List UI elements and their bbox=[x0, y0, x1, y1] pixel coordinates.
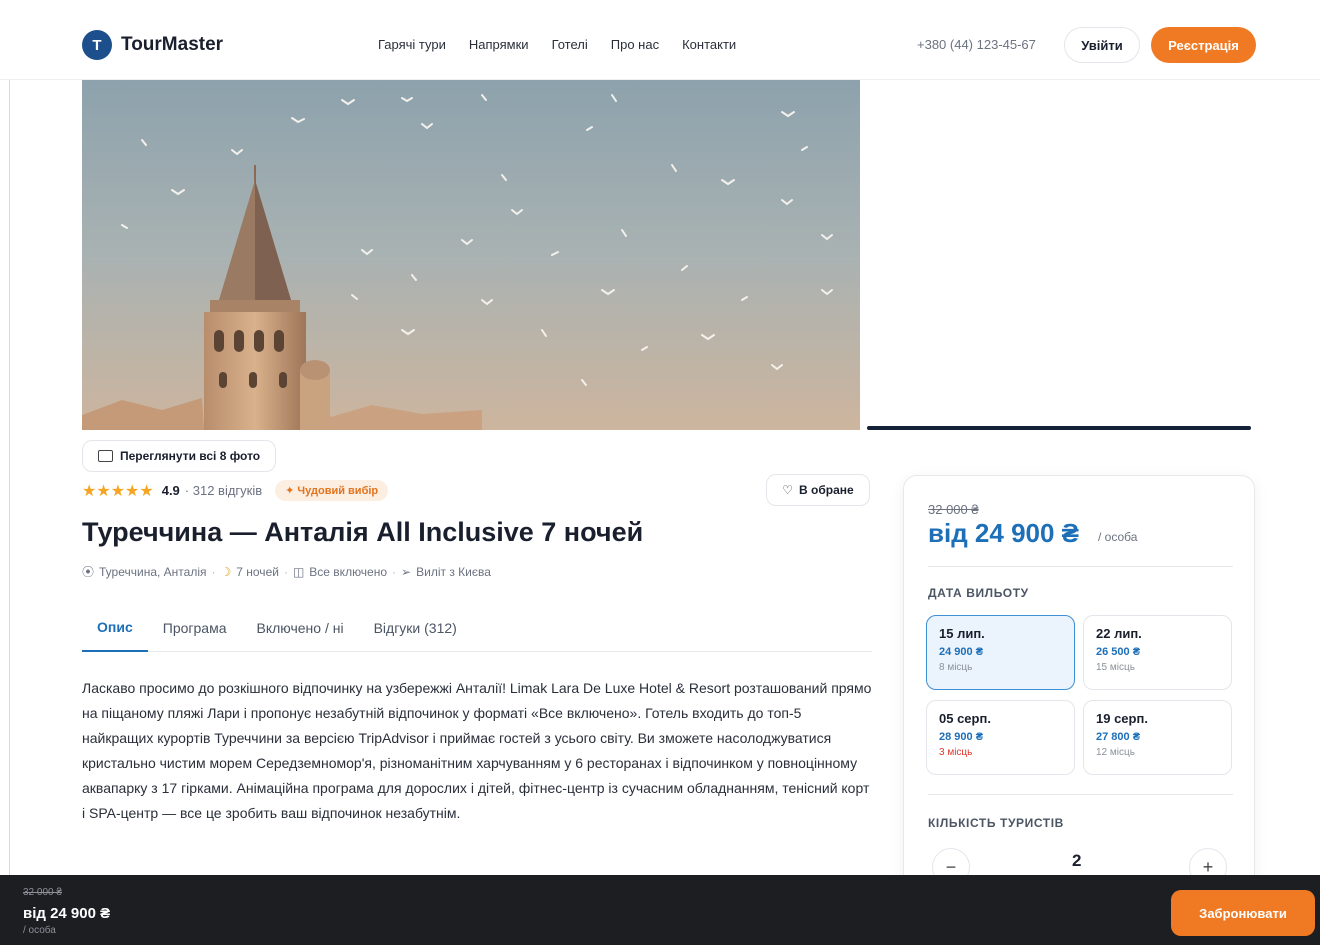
page-edge bbox=[9, 0, 10, 945]
date-option-seats: 15 місць bbox=[1096, 662, 1135, 673]
logo-icon: T bbox=[82, 30, 112, 60]
tab-included[interactable]: Включено / ні bbox=[241, 604, 358, 652]
date-option-seats: 8 місць bbox=[939, 662, 973, 673]
gallery-secondary-strip bbox=[867, 426, 1251, 430]
bar-per-person: / особа bbox=[23, 925, 56, 936]
divider bbox=[928, 566, 1233, 567]
phone-number[interactable]: +380 (44) 123-45-67 bbox=[917, 37, 1036, 52]
nav-contacts[interactable]: Контакти bbox=[682, 37, 736, 52]
main-nav: Гарячі тури Напрямки Готелі Про нас Конт… bbox=[378, 37, 736, 52]
hero-photo[interactable] bbox=[82, 80, 860, 430]
sticky-booking-bar: 32 000 ₴ від 24 900 ₴ / особа bbox=[0, 875, 1320, 945]
heart-icon: ♡ bbox=[782, 483, 794, 497]
date-option-date: 22 лип. bbox=[1096, 626, 1142, 641]
view-all-photos-button[interactable]: Переглянути всі 8 фото bbox=[82, 440, 277, 472]
logo[interactable]: T TourMaster bbox=[82, 30, 223, 60]
date-option-date: 15 лип. bbox=[939, 626, 985, 641]
date-option-seats: 3 місць bbox=[939, 747, 973, 758]
date-option-price: 27 800 ₴ bbox=[1096, 731, 1141, 743]
tourists-count-value: 2 bbox=[1072, 851, 1082, 870]
star-rating-icon: ★★★★★ bbox=[82, 482, 154, 500]
date-option-seats: 12 місць bbox=[1096, 747, 1135, 758]
booking-card: 32 000 ₴ від 24 900 ₴ / особа ДАТА ВИЛЬО… bbox=[903, 475, 1255, 915]
date-option-price: 24 900 ₴ bbox=[939, 646, 984, 658]
departure-date-label: ДАТА ВИЛЬОТУ bbox=[928, 586, 1029, 600]
login-button[interactable]: Увійти bbox=[1064, 27, 1140, 63]
tab-reviews[interactable]: Відгуки (312) bbox=[359, 604, 472, 652]
meta-separator: · bbox=[211, 564, 216, 579]
meta-departure: Виліт з Києва bbox=[416, 564, 491, 579]
nav-hotels[interactable]: Готелі bbox=[552, 37, 588, 52]
great-choice-badge: ✦ Чудовий вибір bbox=[275, 480, 389, 501]
nav-about[interactable]: Про нас bbox=[611, 37, 659, 52]
tour-meta: ⦿ Туреччина, Анталія · ☽ 7 ночей · ◫ Все… bbox=[82, 563, 491, 580]
date-option[interactable]: 22 лип. 26 500 ₴ 15 місць bbox=[1083, 615, 1232, 690]
reviews-count[interactable]: · 312 відгуків bbox=[185, 483, 262, 498]
meal-icon: ◫ bbox=[292, 564, 305, 579]
favorites-label: В обране bbox=[799, 483, 854, 497]
location-pin-icon: ⦿ bbox=[82, 565, 95, 579]
site-header: T TourMaster Гарячі тури Напрямки Готелі… bbox=[0, 0, 1320, 80]
per-person-label: / особа bbox=[1098, 530, 1138, 544]
add-to-favorites-button[interactable]: ♡ В обране bbox=[766, 474, 870, 506]
tab-program[interactable]: Програма bbox=[148, 604, 242, 652]
meta-separator: · bbox=[283, 564, 288, 579]
date-option[interactable]: 15 лип. 24 900 ₴ 8 місць bbox=[926, 615, 1075, 690]
date-option-price: 26 500 ₴ bbox=[1096, 646, 1141, 658]
logo-text: TourMaster bbox=[121, 34, 224, 55]
date-option[interactable]: 19 серп. 27 800 ₴ 12 місць bbox=[1083, 700, 1232, 775]
tourists-count-label: КІЛЬКІСТЬ ТУРИСТІВ bbox=[928, 816, 1064, 830]
tour-title: Туреччина — Анталія All Inclusive 7 ноче… bbox=[82, 517, 644, 547]
view-all-photos-label: Переглянути всі 8 фото bbox=[120, 449, 261, 463]
bar-price: від 24 900 ₴ bbox=[23, 905, 111, 922]
register-button[interactable]: Реєстрація bbox=[1151, 27, 1256, 63]
tour-description: Ласкаво просимо до розкішного відпочинку… bbox=[82, 680, 872, 821]
rating-row: ★★★★★ 4.9 · 312 відгуків ✦ Чудовий вибір bbox=[82, 480, 389, 501]
plane-icon: ➢ bbox=[401, 564, 412, 579]
rating-value: 4.9 bbox=[161, 483, 180, 498]
nav-destinations[interactable]: Напрямки bbox=[469, 37, 529, 52]
date-option[interactable]: 05 серп. 28 900 ₴ 3 місць bbox=[926, 700, 1075, 775]
current-price: від 24 900 ₴ bbox=[928, 518, 1080, 548]
meta-nights: 7 ночей bbox=[236, 564, 279, 579]
gallery-icon bbox=[98, 450, 113, 462]
nav-hot-tours[interactable]: Гарячі тури bbox=[378, 37, 446, 52]
divider bbox=[928, 794, 1233, 795]
tab-description[interactable]: Опис bbox=[82, 604, 148, 652]
old-price: 32 000 ₴ bbox=[928, 502, 979, 517]
meta-separator: · bbox=[392, 564, 397, 579]
date-option-date: 05 серп. bbox=[939, 711, 991, 726]
tour-tabs: Опис Програма Включено / ні Відгуки (312… bbox=[82, 604, 872, 652]
date-option-price: 28 900 ₴ bbox=[939, 731, 984, 743]
moon-icon: ☽ bbox=[220, 564, 232, 579]
date-option-date: 19 серп. bbox=[1096, 711, 1148, 726]
meta-board: Все включено bbox=[309, 564, 388, 579]
book-button[interactable]: Забронювати bbox=[1171, 890, 1315, 936]
meta-location: Туреччина, Анталія bbox=[99, 564, 207, 579]
bar-old-price: 32 000 ₴ bbox=[23, 887, 62, 898]
